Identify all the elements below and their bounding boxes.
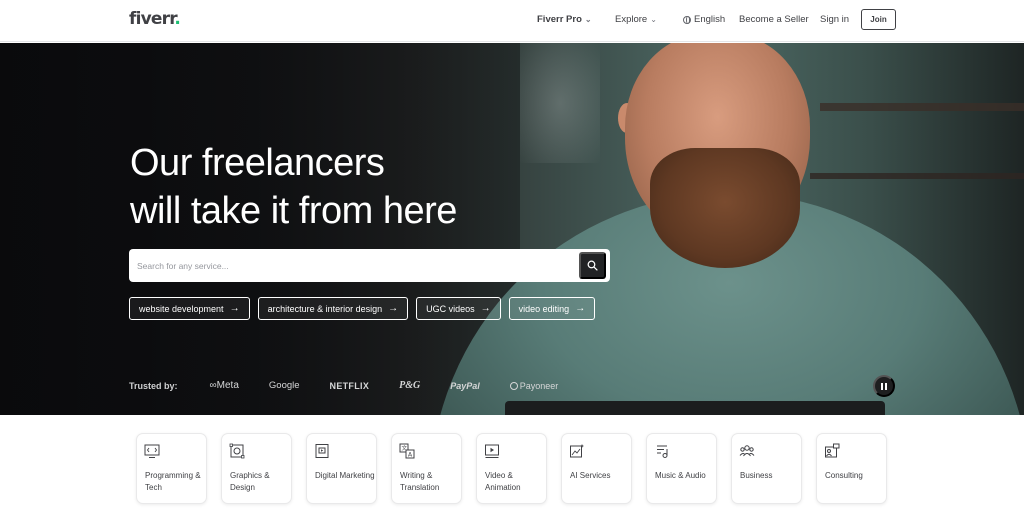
- chip-website-development[interactable]: website development →: [129, 297, 250, 320]
- meta-logo: ∞Meta: [209, 380, 239, 391]
- chip-video-editing[interactable]: video editing →: [508, 297, 596, 320]
- paypal-logo: PayPal: [450, 380, 480, 391]
- svg-text:文: 文: [402, 444, 408, 452]
- hero-banner: Our freelancers will take it from here w…: [0, 43, 1024, 415]
- category-programming-tech[interactable]: Programming & Tech: [136, 433, 207, 504]
- category-business[interactable]: Business: [731, 433, 802, 504]
- chip-ugc-videos[interactable]: UGC videos →: [416, 297, 501, 320]
- arrow-right-icon: →: [388, 303, 399, 314]
- pause-icon-bar: [885, 382, 887, 390]
- fiverr-logo[interactable]: fiverr.: [129, 9, 181, 29]
- popular-search-chips: website development → architecture & int…: [129, 297, 596, 320]
- category-graphics-design[interactable]: Graphics & Design: [221, 433, 292, 504]
- marketing-icon: [315, 444, 329, 458]
- nav-language-label: English: [694, 14, 726, 25]
- google-logo: Google: [268, 380, 300, 391]
- category-label: AI Services: [570, 471, 611, 480]
- trusted-by-bar: Trusted by: ∞Meta Google NETFLIX P&G Pay…: [129, 380, 588, 391]
- payoneer-logo: Payoneer: [509, 380, 559, 391]
- nav-become-seller[interactable]: Become a Seller: [739, 14, 809, 25]
- hero-title-line-2: will take it from here: [130, 190, 457, 232]
- music-icon: [657, 445, 668, 458]
- category-label: Music & Audio: [655, 471, 706, 480]
- nav-fiverr-pro-label: Fiverr Pro: [537, 14, 582, 25]
- pause-icon-bar: [881, 382, 883, 390]
- chip-label: website development: [139, 303, 224, 314]
- nav-explore[interactable]: Explore ⌄: [615, 14, 657, 25]
- category-label: Business: [740, 471, 773, 480]
- consulting-icon: [825, 443, 840, 458]
- hero-person-beard: [650, 148, 800, 268]
- category-label: Writing & Translation: [400, 471, 440, 492]
- nav-language[interactable]: English: [683, 14, 725, 25]
- arrow-right-icon: →: [480, 303, 491, 314]
- video-icon: [485, 444, 499, 458]
- netflix-logo: NETFLIX: [329, 380, 370, 391]
- programming-icon: [144, 444, 160, 458]
- join-button[interactable]: Join: [861, 9, 896, 30]
- graphics-icon: [229, 443, 245, 459]
- category-writing-translation[interactable]: 文A Writing & Translation: [391, 433, 462, 504]
- nav-fiverr-pro[interactable]: Fiverr Pro ⌄: [537, 14, 592, 25]
- nav-sign-in[interactable]: Sign in: [820, 14, 849, 25]
- category-music-audio[interactable]: Music & Audio: [646, 433, 717, 504]
- hero-laptop: [505, 401, 885, 415]
- logo-dot: .: [174, 9, 181, 29]
- logo-text: fiverr: [129, 9, 175, 29]
- nav-become-seller-label: Become a Seller: [739, 14, 809, 25]
- category-label: Consulting: [825, 471, 863, 480]
- trusted-by-label: Trusted by:: [129, 380, 178, 391]
- arrow-right-icon: →: [575, 303, 586, 314]
- category-label: Graphics & Design: [230, 471, 270, 492]
- payoneer-circle-icon: [509, 381, 518, 390]
- chevron-down-icon: ⌄: [650, 15, 657, 24]
- chip-label: video editing: [518, 303, 570, 314]
- business-icon: [739, 445, 755, 457]
- pg-logo: P&G: [399, 380, 421, 391]
- arrow-right-icon: →: [229, 303, 240, 314]
- chip-label: UGC videos: [426, 303, 475, 314]
- category-video-animation[interactable]: Video & Animation: [476, 433, 547, 504]
- search-icon: [587, 260, 598, 271]
- meta-logo-text: Meta: [216, 380, 239, 391]
- pause-video-button[interactable]: [873, 375, 895, 397]
- hero-title: Our freelancers will take it from here: [130, 139, 590, 235]
- category-label: Programming & Tech: [145, 471, 201, 492]
- category-ai-services[interactable]: AI Services: [561, 433, 632, 504]
- category-cards: Programming & Tech Graphics & Design Dig…: [136, 433, 887, 504]
- search-input[interactable]: [137, 257, 567, 274]
- nav-explore-label: Explore: [615, 14, 648, 25]
- category-label: Digital Marketing: [315, 471, 375, 480]
- chip-label: architecture & interior design: [267, 303, 383, 314]
- background-shelf: [810, 173, 1024, 179]
- payoneer-logo-text: Payoneer: [519, 380, 559, 391]
- category-digital-marketing[interactable]: Digital Marketing: [306, 433, 377, 504]
- translation-icon: 文A: [399, 443, 415, 459]
- globe-icon: [683, 15, 691, 24]
- hero-title-line-1: Our freelancers: [130, 142, 385, 184]
- chip-architecture-interior-design[interactable]: architecture & interior design →: [257, 297, 409, 320]
- top-navbar: fiverr. Fiverr Pro ⌄ Explore ⌄ English B…: [0, 0, 1024, 42]
- search-button[interactable]: [579, 252, 606, 279]
- nav-sign-in-label: Sign in: [820, 14, 850, 25]
- search-bar: [129, 249, 610, 282]
- ai-icon: [570, 444, 584, 458]
- category-label: Video & Animation: [485, 471, 521, 492]
- category-consulting[interactable]: Consulting: [816, 433, 887, 504]
- chevron-down-icon: ⌄: [584, 15, 592, 24]
- background-shelf: [820, 103, 1024, 111]
